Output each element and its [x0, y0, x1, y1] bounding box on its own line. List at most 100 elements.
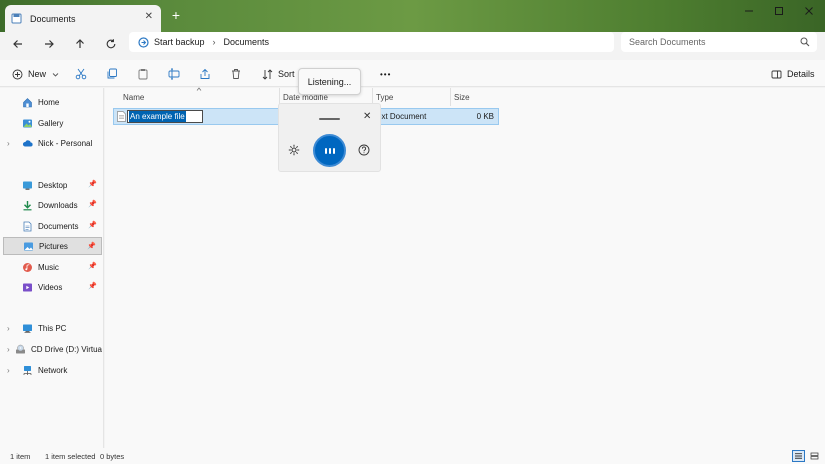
column-header-name[interactable]: Name [123, 90, 144, 106]
list-view-icon [795, 453, 802, 459]
microphone-button[interactable] [313, 134, 346, 167]
more-icon: ••• [380, 69, 392, 79]
details-pane-button[interactable]: Details [771, 65, 815, 83]
delete-button[interactable] [230, 65, 247, 83]
chevron-right-icon[interactable]: › [7, 139, 17, 148]
close-tab-icon[interactable]: ✕ [145, 11, 153, 22]
folder-icon [11, 13, 22, 24]
rename-input[interactable]: An example file [127, 110, 203, 123]
new-button[interactable]: New [12, 65, 64, 83]
sort-ascending-icon [196, 87, 202, 91]
cd-drive-icon [16, 344, 26, 353]
close-voice-button[interactable]: ✕ [363, 111, 371, 122]
sidebar-item-label: Home [38, 97, 60, 107]
drag-handle[interactable] [319, 118, 340, 120]
maximize-button[interactable] [764, 0, 794, 22]
sidebar-item-pictures[interactable]: Pictures 📌 [3, 237, 102, 255]
close-window-button[interactable] [794, 0, 824, 22]
desktop-icon [23, 181, 32, 190]
share-button[interactable] [199, 65, 216, 83]
copy-button[interactable] [106, 65, 123, 83]
sidebar-item-label: Pictures [39, 241, 68, 251]
item-count: 1 item [10, 452, 31, 461]
selection-count: 1 item selected [45, 452, 96, 461]
pin-icon: 📌 [88, 222, 97, 229]
sort-button[interactable]: Sort [262, 65, 295, 83]
document-icon [23, 221, 32, 231]
tab-label: Documents [30, 13, 76, 24]
sidebar-item-label: Downloads [38, 200, 78, 210]
tiles-view-icon [810, 452, 819, 460]
pin-icon: 📌 [88, 201, 97, 208]
search-icon [800, 37, 810, 47]
title-bar: Documents ✕ + [0, 0, 825, 32]
breadcrumb-start-backup[interactable]: Start backup [154, 37, 205, 47]
network-icon [23, 365, 32, 375]
sidebar-item-music[interactable]: Music 📌 [3, 258, 102, 276]
more-options-button[interactable]: ••• [380, 65, 391, 83]
column-header-size[interactable]: Size [454, 90, 470, 106]
voice-typing-panel: ✕ [278, 103, 381, 172]
sort-label: Sort [278, 69, 295, 79]
minimize-button[interactable] [734, 0, 764, 22]
breadcrumb-documents[interactable]: Documents [224, 37, 270, 47]
chevron-right-icon[interactable]: › [7, 366, 17, 375]
paste-button[interactable] [137, 65, 154, 83]
copy-icon [107, 68, 117, 79]
maximize-icon [775, 7, 783, 15]
sidebar-item-videos[interactable]: Videos 📌 [3, 278, 102, 296]
listening-tooltip: Listening... [298, 68, 361, 95]
tiles-view-button[interactable] [808, 450, 821, 462]
tab-documents[interactable]: Documents ✕ [5, 5, 161, 32]
chevron-right-icon[interactable]: › [7, 324, 17, 333]
address-bar[interactable]: Start backup › Documents [129, 32, 614, 52]
sidebar-item-onedrive[interactable]: › Nick - Personal [3, 134, 102, 152]
new-label: New [28, 69, 47, 79]
sidebar-item-cd-drive[interactable]: › CD Drive (D:) Virtua [3, 340, 102, 358]
cut-button[interactable] [75, 65, 92, 83]
backup-icon [138, 36, 149, 48]
minimize-icon [745, 10, 753, 12]
sidebar-item-network[interactable]: › Network [3, 361, 102, 379]
up-button[interactable] [72, 36, 88, 52]
gallery-icon [23, 119, 32, 127]
computer-icon [23, 324, 32, 333]
refresh-button[interactable] [103, 36, 119, 52]
sidebar-item-gallery[interactable]: Gallery [3, 114, 102, 132]
rename-icon [168, 68, 180, 80]
sidebar-item-label: This PC [38, 323, 67, 333]
gear-icon[interactable] [288, 144, 300, 156]
rename-button[interactable] [168, 65, 185, 83]
sidebar-item-this-pc[interactable]: › This PC [3, 319, 102, 337]
sidebar-item-label: Documents [38, 221, 79, 231]
sidebar-item-home[interactable]: Home [3, 93, 102, 111]
breadcrumb-separator[interactable]: › [213, 37, 216, 47]
back-button[interactable] [10, 36, 26, 52]
search-input[interactable]: Search Documents [621, 32, 817, 52]
file-name-selection: An example file [129, 111, 186, 122]
sidebar-item-desktop[interactable]: Desktop 📌 [3, 176, 102, 194]
scissors-icon [75, 68, 87, 80]
forward-button[interactable] [41, 36, 57, 52]
help-icon[interactable] [358, 144, 370, 156]
column-divider[interactable] [450, 88, 451, 106]
listening-icon [324, 147, 335, 154]
arrow-up-icon [76, 39, 84, 48]
clipboard-icon [138, 69, 148, 80]
sidebar-item-documents[interactable]: Documents 📌 [3, 217, 102, 235]
search-placeholder: Search Documents [629, 37, 706, 47]
chevron-down-icon [52, 72, 59, 77]
details-view-button[interactable] [792, 450, 805, 462]
file-size: 0 KB [476, 112, 494, 121]
chevron-right-icon[interactable]: › [7, 345, 10, 354]
sidebar-item-label: Network [38, 365, 68, 375]
pin-icon: 📌 [88, 263, 97, 270]
cloud-icon [22, 139, 33, 147]
text-file-icon [117, 111, 126, 122]
sidebar-item-downloads[interactable]: Downloads 📌 [3, 196, 102, 214]
arrow-left-icon [13, 40, 22, 48]
sort-icon [262, 68, 273, 80]
sidebar-item-label: Music [38, 262, 59, 272]
new-tab-button[interactable]: + [168, 7, 184, 23]
status-bar: 1 item 1 item selected 0 bytes [0, 448, 825, 464]
